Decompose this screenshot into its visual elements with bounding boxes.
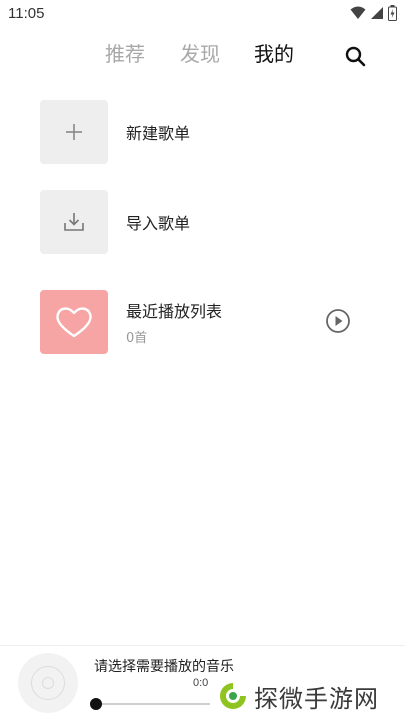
tab-discover[interactable]: 发现 — [180, 38, 220, 67]
tab-recommend[interactable]: 推荐 — [105, 38, 145, 67]
recent-playlist-cover — [40, 290, 108, 354]
import-playlist-item[interactable]: 导入歌单 — [40, 190, 370, 254]
plus-icon — [66, 124, 82, 140]
play-recent-button[interactable] — [325, 308, 351, 334]
signal-icon — [371, 7, 383, 19]
status-bar: 11:05 — [0, 0, 405, 28]
battery-icon — [388, 5, 397, 21]
disc-icon — [31, 666, 65, 700]
import-playlist-label: 导入歌单 — [126, 214, 191, 233]
status-icons — [350, 5, 397, 21]
new-playlist-label: 新建歌单 — [126, 124, 191, 143]
search-button[interactable] — [342, 43, 370, 71]
heart-icon — [56, 307, 92, 338]
progress-knob[interactable] — [90, 698, 102, 710]
watermark: 探微手游网 — [212, 672, 405, 720]
recent-playlist-title: 最近播放列表 — [126, 302, 223, 321]
album-disc[interactable] — [18, 653, 78, 713]
tab-mine[interactable]: 我的 — [254, 38, 294, 67]
search-icon — [345, 46, 366, 67]
import-playlist-tile — [40, 190, 108, 254]
new-playlist-item[interactable]: 新建歌单 — [40, 100, 370, 164]
new-playlist-tile — [40, 100, 108, 164]
leaf-logo-icon — [220, 683, 246, 709]
player-time: 0:0 — [193, 677, 209, 689]
status-time: 11:05 — [8, 5, 45, 22]
recent-playlist-item[interactable]: 最近播放列表 0首 — [40, 290, 370, 354]
wifi-icon — [350, 6, 366, 19]
import-icon — [64, 213, 84, 231]
top-nav: 推荐 发现 我的 — [0, 38, 405, 74]
recent-playlist-count: 0首 — [126, 331, 148, 346]
watermark-text: 探微手游网 — [254, 684, 379, 713]
progress-track[interactable] — [96, 703, 210, 705]
play-circle-icon — [326, 309, 350, 333]
